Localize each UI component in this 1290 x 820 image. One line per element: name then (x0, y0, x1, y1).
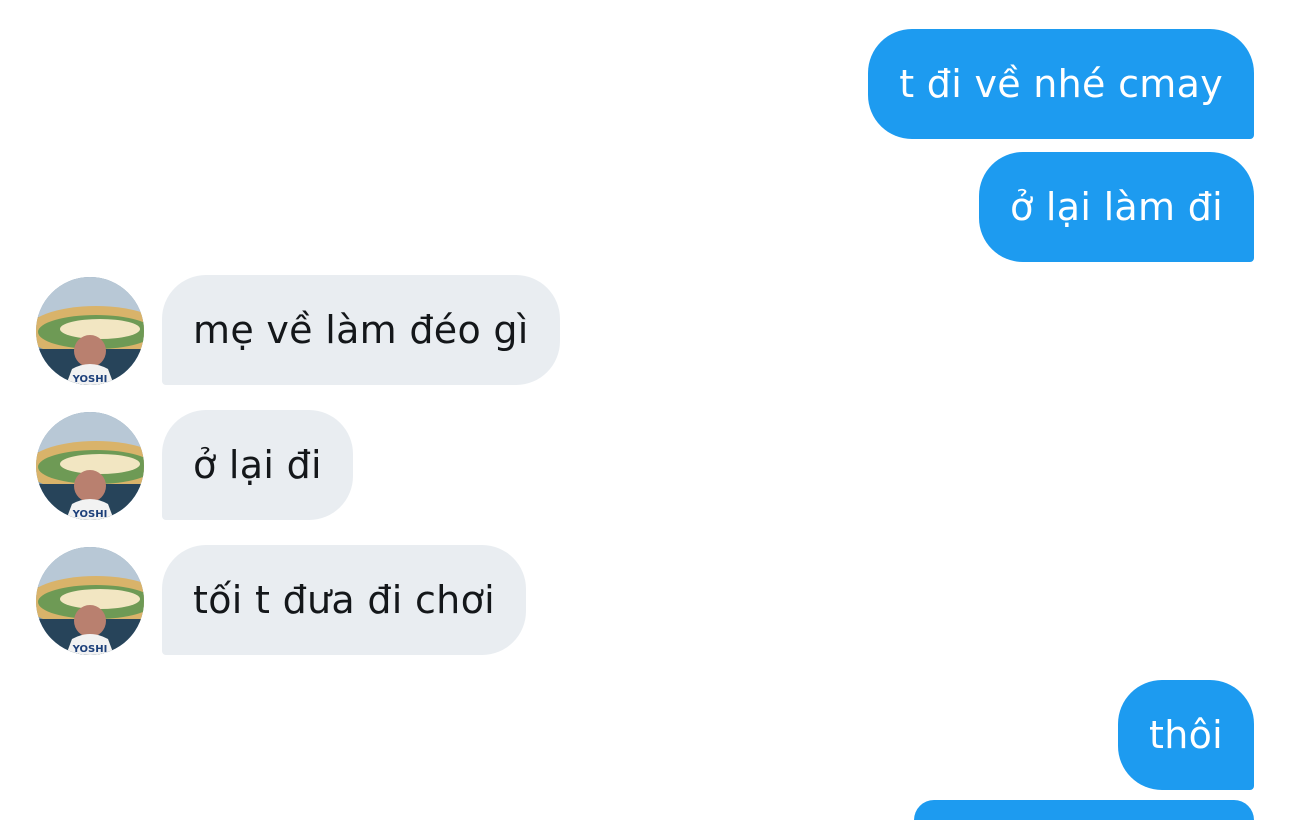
incoming-message-bubble[interactable]: mẹ về làm đéo gì (162, 275, 560, 385)
message-thread: t đi về nhé cmay ở lại làm đi YOSHI mẹ v… (0, 0, 1290, 820)
message-text: mẹ về làm đéo gì (193, 308, 529, 352)
message-row: YOSHI ở lại đi (0, 410, 1290, 520)
user-avatar[interactable]: YOSHI (36, 277, 144, 385)
avatar-photo-icon: YOSHI (36, 547, 144, 655)
message-text: thôi (1149, 713, 1223, 757)
message-text: ở lại đi (193, 443, 322, 487)
message-text: t đi về nhé cmay (899, 62, 1223, 106)
message-text: tối t đưa đi chơi (193, 578, 495, 622)
outgoing-message-bubble[interactable]: thôi (1118, 680, 1254, 790)
avatar-photo-icon: YOSHI (36, 412, 144, 520)
message-text: ở lại làm đi (1009, 185, 1223, 229)
outgoing-message-bubble[interactable]: ở lại làm đi (978, 152, 1254, 262)
svg-text:YOSHI: YOSHI (72, 644, 108, 655)
incoming-message-bubble[interactable]: tối t đưa đi chơi (162, 545, 526, 655)
svg-text:YOSHI: YOSHI (72, 509, 108, 520)
message-row: YOSHI tối t đưa đi chơi (0, 545, 1290, 655)
outgoing-message-bubble[interactable]: t đi về nhé cmay (868, 29, 1254, 139)
svg-text:YOSHI: YOSHI (72, 374, 108, 385)
user-avatar[interactable]: YOSHI (36, 547, 144, 655)
message-row: t đi về nhé cmay (0, 29, 1290, 139)
message-row: thôi (0, 680, 1290, 790)
user-avatar[interactable]: YOSHI (36, 412, 144, 520)
message-row: ở lại làm đi (0, 152, 1290, 262)
outgoing-message-bubble-partial (914, 800, 1254, 820)
incoming-message-bubble[interactable]: ở lại đi (162, 410, 353, 520)
message-row: YOSHI mẹ về làm đéo gì (0, 275, 1290, 385)
avatar-photo-icon: YOSHI (36, 277, 144, 385)
